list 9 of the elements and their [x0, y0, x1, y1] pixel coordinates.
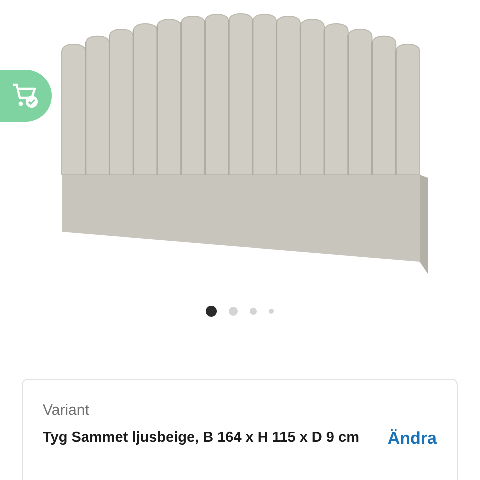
- carousel-dot[interactable]: [250, 308, 257, 314]
- change-link[interactable]: Ändra: [388, 425, 437, 452]
- carousel-dot[interactable]: [269, 308, 274, 314]
- variant-value: Tyg Sammet ljusbeige, B 164 x H 115 x D 9 cm: [43, 429, 360, 448]
- carousel-dot[interactable]: [229, 306, 238, 316]
- cart-check-badge[interactable]: [0, 70, 52, 122]
- carousel-dot[interactable]: [206, 306, 217, 316]
- variant-label: Variant: [43, 402, 90, 419]
- cart-check-icon: [11, 82, 41, 110]
